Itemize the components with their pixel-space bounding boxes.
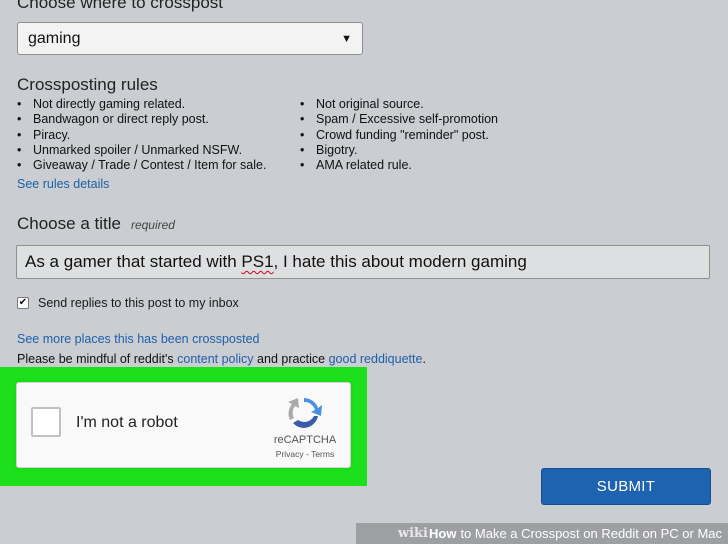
wikihow-logo-how: How <box>428 526 457 541</box>
community-select-value: gaming <box>28 29 81 47</box>
recaptcha-brand: reCAPTCHA <box>273 434 337 446</box>
wikihow-article-title: to Make a Crosspost on Reddit on PC or M… <box>460 526 722 541</box>
title-text-part: , I hate this about modern gaming <box>273 252 527 271</box>
rule-item: Spam / Excessive self-promotion <box>300 112 498 127</box>
rule-item: Unmarked spoiler / Unmarked NSFW. <box>17 143 266 158</box>
inbox-replies-checkbox[interactable]: ✔ <box>17 297 29 309</box>
title-heading-label: Choose a title <box>17 214 121 233</box>
title-text-misspelled: PS1 <box>241 252 274 271</box>
title-text-part: As a gamer that started with <box>25 252 242 271</box>
community-select[interactable]: gaming ▼ <box>17 22 363 55</box>
required-tag: required <box>130 218 175 232</box>
rule-item: AMA related rule. <box>300 158 498 173</box>
recaptcha-privacy-terms[interactable]: Privacy - Terms <box>269 449 341 459</box>
policy-notice: Please be mindful of reddit's content po… <box>17 352 426 366</box>
rule-item: Crowd funding "reminder" post. <box>300 128 498 143</box>
rules-list-right: Not original source. Spam / Excessive se… <box>300 97 498 173</box>
policy-notice-text: . <box>422 352 426 366</box>
recaptcha-logo-icon <box>288 398 322 428</box>
title-input[interactable]: As a gamer that started with PS1, I hate… <box>16 245 710 279</box>
policy-notice-text: and practice <box>253 352 329 366</box>
reddiquette-link[interactable]: good reddiquette <box>329 352 423 366</box>
crosspost-heading: Choose where to crosspost <box>17 0 223 12</box>
title-heading: Choose a title required <box>17 214 175 234</box>
rules-list-left: Not directly gaming related. Bandwagon o… <box>17 97 266 173</box>
rule-item: Giveaway / Trade / Contest / Item for sa… <box>17 158 266 173</box>
chevron-down-icon: ▼ <box>341 32 352 45</box>
recaptcha-label: I'm not a robot <box>76 414 178 431</box>
rules-heading: Crossposting rules <box>17 75 158 94</box>
rule-item: Bandwagon or direct reply post. <box>17 112 266 127</box>
more-places-link[interactable]: See more places this has been crossposte… <box>17 332 260 346</box>
submit-button[interactable]: SUBMIT <box>541 468 711 505</box>
rule-item: Not original source. <box>300 97 498 112</box>
wikihow-logo-wiki: wiki <box>397 526 428 541</box>
rule-item: Bigotry. <box>300 143 498 158</box>
recaptcha-checkbox[interactable] <box>31 407 61 437</box>
see-rules-details-link[interactable]: See rules details <box>17 177 109 191</box>
rule-item: Piracy. <box>17 128 266 143</box>
policy-notice-text: Please be mindful of reddit's <box>17 352 178 366</box>
inbox-replies-row[interactable]: ✔ Send replies to this post to my inbox <box>17 296 239 310</box>
wikihow-watermark: wiki How to Make a Crosspost on Reddit on … <box>356 523 728 544</box>
content-policy-link[interactable]: content policy <box>177 352 253 366</box>
rule-item: Not directly gaming related. <box>17 97 266 112</box>
inbox-replies-label: Send replies to this post to my inbox <box>38 296 239 310</box>
